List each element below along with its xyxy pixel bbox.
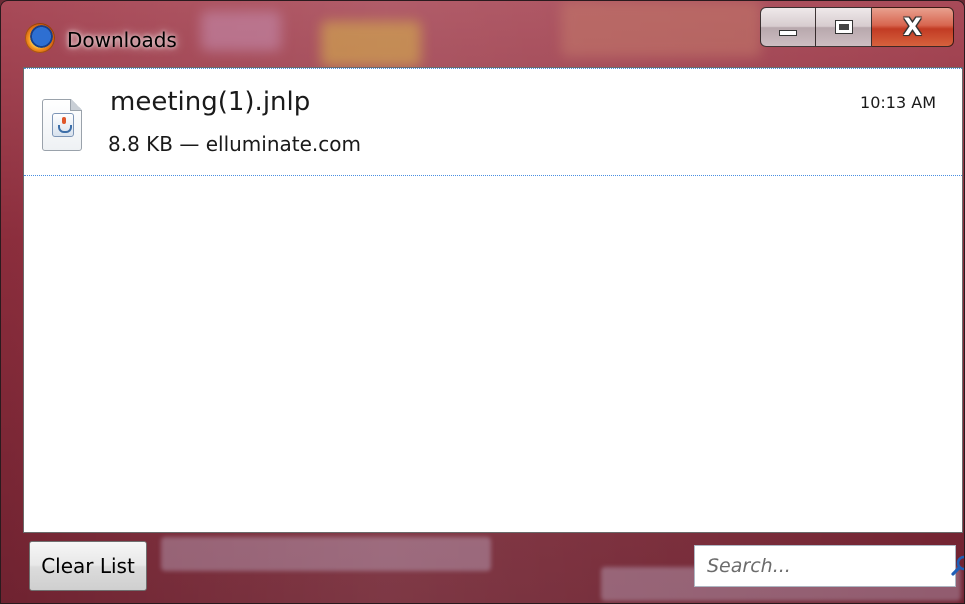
- minimize-icon: [779, 30, 797, 36]
- downloads-window: Downloads X meeting(1).jnlp 8.8 KB — ell…: [0, 0, 965, 604]
- title-bar[interactable]: Downloads X: [1, 1, 964, 65]
- search-icon[interactable]: [950, 552, 964, 580]
- download-time: 10:13 AM: [860, 93, 936, 112]
- minimize-button[interactable]: [760, 7, 816, 47]
- footer-bar: Clear List: [1, 533, 964, 603]
- maximize-button[interactable]: [816, 7, 872, 47]
- search-input[interactable]: [705, 550, 950, 582]
- clear-list-button[interactable]: Clear List: [29, 541, 147, 591]
- download-file-name: meeting(1).jnlp: [110, 87, 311, 117]
- downloads-list[interactable]: meeting(1).jnlp 8.8 KB — elluminate.com …: [23, 67, 963, 533]
- background-blur: [161, 537, 491, 571]
- java-cup-icon: [52, 113, 74, 137]
- close-button[interactable]: X: [872, 7, 954, 47]
- java-file-icon: [42, 99, 82, 151]
- window-title: Downloads: [67, 28, 177, 52]
- download-details: 8.8 KB — elluminate.com: [108, 132, 361, 156]
- close-icon: X: [903, 13, 922, 41]
- clear-list-label: Clear List: [41, 554, 135, 578]
- download-item[interactable]: meeting(1).jnlp 8.8 KB — elluminate.com …: [24, 68, 962, 176]
- page-fold: [70, 99, 82, 111]
- maximize-icon: [834, 20, 853, 34]
- search-box[interactable]: [694, 545, 964, 587]
- caption-buttons: X: [760, 7, 954, 51]
- firefox-icon: [25, 23, 55, 53]
